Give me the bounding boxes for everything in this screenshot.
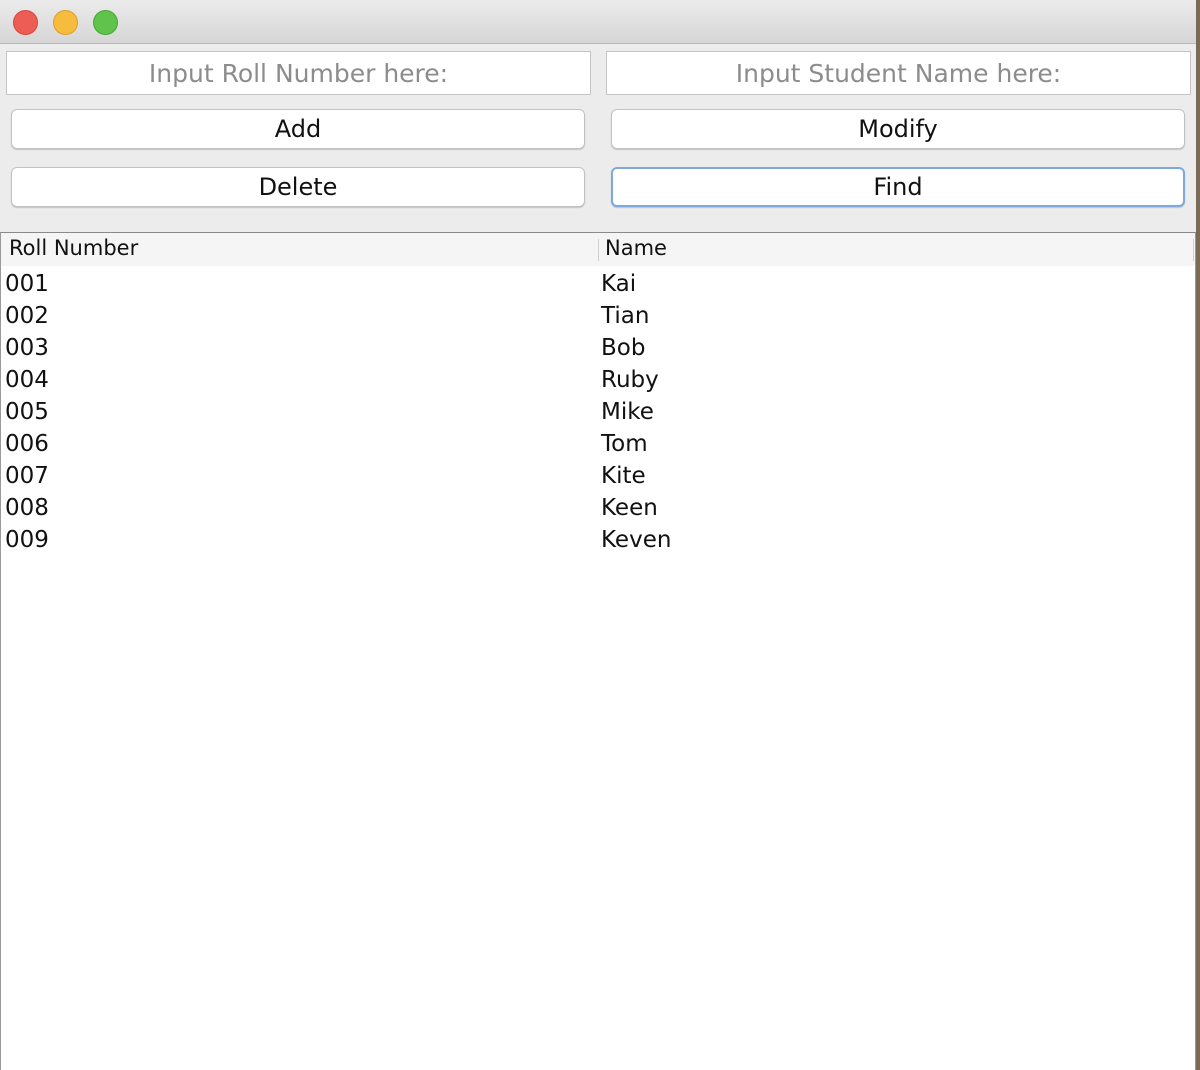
name-cell: Ruby <box>601 367 659 393</box>
students-table[interactable]: Roll Number Name 001 Kai 002 Tian 003 Bo… <box>0 232 1196 1070</box>
name-cell: Keven <box>601 527 672 553</box>
column-divider-end[interactable] <box>1193 239 1194 261</box>
table-row[interactable]: 004 Ruby <box>1 364 1195 396</box>
add-button[interactable]: Add <box>11 109 585 149</box>
name-cell: Tom <box>601 431 648 457</box>
roll-number-cell: 004 <box>5 367 49 393</box>
app-window: Add Modify Delete Find Roll Number Name … <box>0 0 1196 1070</box>
table-row[interactable]: 001 Kai <box>1 268 1195 300</box>
table-row[interactable]: 006 Tom <box>1 428 1195 460</box>
column-header-name[interactable]: Name <box>605 236 667 260</box>
table-row[interactable]: 008 Keen <box>1 492 1195 524</box>
roll-number-cell: 001 <box>5 271 49 297</box>
roll-number-cell: 007 <box>5 463 49 489</box>
column-divider[interactable] <box>598 239 599 261</box>
roll-number-cell: 003 <box>5 335 49 361</box>
table-header: Roll Number Name <box>1 233 1195 266</box>
roll-number-cell: 006 <box>5 431 49 457</box>
name-cell: Tian <box>601 303 650 329</box>
name-cell: Keen <box>601 495 658 521</box>
find-button[interactable]: Find <box>611 167 1185 207</box>
name-cell: Kite <box>601 463 646 489</box>
name-cell: Kai <box>601 271 637 297</box>
zoom-window-icon[interactable] <box>93 10 118 35</box>
roll-number-cell: 009 <box>5 527 49 553</box>
table-row[interactable]: 002 Tian <box>1 300 1195 332</box>
roll-number-cell: 008 <box>5 495 49 521</box>
close-window-icon[interactable] <box>13 10 38 35</box>
title-bar[interactable] <box>0 0 1196 44</box>
roll-number-cell: 002 <box>5 303 49 329</box>
name-cell: Mike <box>601 399 654 425</box>
name-cell: Bob <box>601 335 646 361</box>
minimize-window-icon[interactable] <box>53 10 78 35</box>
table-body: 001 Kai 002 Tian 003 Bob 004 Ruby 005 Mi… <box>1 268 1195 556</box>
delete-button[interactable]: Delete <box>11 167 585 207</box>
student-name-input[interactable] <box>606 51 1191 95</box>
table-row[interactable]: 005 Mike <box>1 396 1195 428</box>
column-header-roll-number[interactable]: Roll Number <box>9 236 138 260</box>
table-row[interactable]: 007 Kite <box>1 460 1195 492</box>
table-row[interactable]: 003 Bob <box>1 332 1195 364</box>
roll-number-input[interactable] <box>6 51 591 95</box>
roll-number-cell: 005 <box>5 399 49 425</box>
modify-button[interactable]: Modify <box>611 109 1185 149</box>
table-row[interactable]: 009 Keven <box>1 524 1195 556</box>
